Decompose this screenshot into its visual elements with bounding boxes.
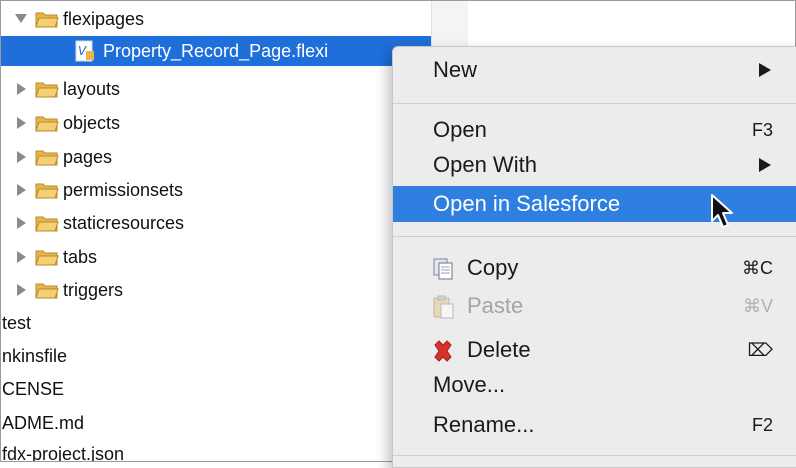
- menu-item-label: New: [433, 57, 478, 82]
- disclosure-collapsed-icon[interactable]: [17, 117, 26, 129]
- disclosure-expanded-icon[interactable]: [15, 14, 27, 23]
- disclosure-collapsed-icon[interactable]: [17, 83, 26, 95]
- tree-item-label: permissionsets: [63, 180, 184, 200]
- menu-item-label: Open With: [433, 152, 537, 177]
- context-menu: New Open F3 Open With Open in Salesforce…: [392, 46, 796, 468]
- disclosure-collapsed-icon[interactable]: [17, 284, 26, 296]
- tree-item-objects[interactable]: objects: [1, 108, 431, 138]
- folder-icon: [35, 116, 59, 132]
- delete-icon: [434, 340, 452, 362]
- mouse-cursor-icon: [711, 194, 733, 228]
- folder-icon: [35, 183, 59, 199]
- tree-item-label: staticresources: [63, 213, 185, 233]
- tree-item-label: fdx-project.json: [2, 444, 125, 462]
- menu-separator: [393, 103, 796, 104]
- tree-item-flexipages[interactable]: flexipages: [1, 4, 431, 34]
- flexipage-file-icon: V: [75, 40, 94, 62]
- tree-item-label: objects: [63, 113, 121, 133]
- menu-item-label: Move...: [433, 372, 506, 397]
- tree-item-label: flexipages: [63, 9, 145, 29]
- menu-item-label: Paste: [467, 293, 524, 318]
- tree-item-jenkinsfile[interactable]: nkinsfile: [1, 341, 431, 371]
- folder-icon: [35, 150, 59, 166]
- menu-item-shortcut: ⌘V: [742, 296, 773, 316]
- tree-item-label: tabs: [63, 247, 98, 267]
- menu-item-move[interactable]: Move...: [393, 367, 796, 403]
- folder-icon: [35, 216, 59, 232]
- disclosure-collapsed-icon[interactable]: [17, 251, 26, 263]
- tree-item-triggers[interactable]: triggers: [1, 275, 431, 305]
- disclosure-collapsed-icon[interactable]: [17, 217, 26, 229]
- copy-icon: [433, 258, 453, 280]
- tree-item-property-record-page[interactable]: V Property_Record_Page.flexi: [1, 36, 431, 66]
- tree-item-staticresources[interactable]: staticresources: [1, 208, 431, 238]
- menu-item-label: Rename...: [433, 412, 535, 437]
- tree-item-label: ADME.md: [2, 413, 85, 433]
- menu-item-label: Delete: [467, 337, 531, 362]
- tree-item-permissionsets[interactable]: permissionsets: [1, 175, 431, 205]
- submenu-arrow-icon: [759, 63, 771, 77]
- tree-item-label: pages: [63, 147, 113, 167]
- disclosure-collapsed-icon[interactable]: [17, 184, 26, 196]
- tree-item-sfdx-project[interactable]: fdx-project.json: [1, 439, 431, 462]
- menu-item-paste[interactable]: Paste ⌘V: [393, 288, 796, 324]
- paste-icon: [433, 295, 454, 319]
- tree-item-label: triggers: [63, 280, 124, 300]
- tree-item-label: layouts: [63, 79, 121, 99]
- menu-item-delete[interactable]: Delete ⌦: [393, 332, 796, 368]
- menu-item-shortcut: F3: [751, 120, 773, 140]
- tree-item-label: nkinsfile: [2, 346, 68, 366]
- menu-item-label: Copy: [467, 255, 519, 280]
- project-explorer-tree: flexipages V Property_Record_Page.flexi …: [1, 1, 431, 461]
- tree-item-test[interactable]: test: [1, 308, 431, 338]
- tree-item-license[interactable]: CENSE: [1, 374, 431, 404]
- submenu-arrow-icon: [759, 158, 771, 172]
- menu-separator: [393, 236, 796, 237]
- folder-icon: [35, 82, 59, 98]
- menu-item-label: Open: [433, 117, 487, 142]
- menu-item-shortcut: F2: [751, 415, 773, 435]
- menu-item-rename[interactable]: Rename... F2: [393, 407, 796, 443]
- menu-item-new[interactable]: New: [393, 52, 796, 88]
- tree-item-tabs[interactable]: tabs: [1, 242, 431, 272]
- tree-item-label: CENSE: [2, 379, 65, 399]
- menu-item-copy[interactable]: Copy ⌘C: [393, 250, 796, 286]
- tree-item-label: Property_Record_Page.flexi: [103, 41, 329, 61]
- folder-icon: [35, 283, 59, 299]
- tree-item-label: test: [2, 313, 32, 333]
- menu-separator: [393, 455, 796, 456]
- menu-item-label: Open in Salesforce: [433, 191, 621, 216]
- folder-icon: [35, 250, 59, 266]
- menu-item-shortcut: ⌦: [747, 340, 773, 360]
- disclosure-collapsed-icon[interactable]: [17, 151, 26, 163]
- menu-item-open[interactable]: Open F3: [393, 112, 796, 148]
- svg-text:V: V: [78, 44, 87, 58]
- tree-item-readme[interactable]: ADME.md: [1, 408, 431, 438]
- tree-item-layouts[interactable]: layouts: [1, 74, 431, 104]
- tree-item-pages[interactable]: pages: [1, 142, 431, 172]
- menu-item-shortcut: ⌘C: [742, 258, 773, 278]
- menu-item-open-with[interactable]: Open With: [393, 147, 796, 183]
- folder-icon: [35, 12, 59, 28]
